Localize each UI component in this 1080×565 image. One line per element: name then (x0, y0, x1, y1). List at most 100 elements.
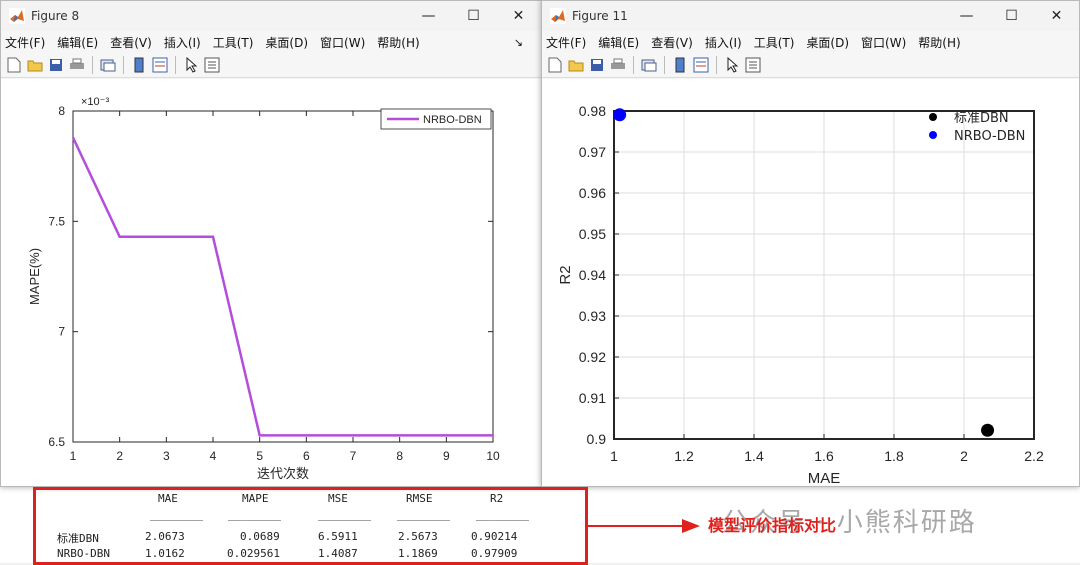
menu-desktop[interactable]: 桌面(D) (265, 34, 308, 51)
figure-11-toolbar (542, 53, 1079, 78)
legend-label: NRBO-DBN (423, 114, 482, 126)
toolbar-separator (716, 56, 717, 74)
minimize-button[interactable]: — (944, 1, 989, 31)
menu-desktop[interactable]: 桌面(D) (806, 34, 849, 51)
scatter-point-standard-dbn (981, 423, 995, 437)
figure-11-titlebar[interactable]: Figure 11 — ☐ ✕ (542, 1, 1079, 31)
save-icon[interactable] (47, 56, 65, 74)
menu-help[interactable]: 帮助(H) (918, 34, 960, 51)
mape-line-chart: 1 2 3 4 5 6 7 8 9 10 6.5 7 7.5 8 ×10⁻³ 迭代次数 MAPE(%) NRBO-… (27, 96, 500, 482)
menu-window[interactable]: 窗口(W) (861, 34, 906, 51)
menu-file[interactable]: 文件(F) (5, 34, 45, 51)
x-tick-label: 2 (960, 448, 968, 464)
new-figure-icon[interactable] (546, 56, 564, 74)
menu-help[interactable]: 帮助(H) (377, 34, 419, 51)
menu-insert[interactable]: 插入(I) (705, 34, 742, 51)
colorbar-icon[interactable] (130, 56, 148, 74)
menu-view[interactable]: 查看(V) (651, 34, 693, 51)
y-axis-label: R2 (557, 265, 574, 284)
y-tick-label: 0.98 (579, 103, 606, 119)
window-title: Figure 8 (31, 9, 80, 23)
toolbar-separator (664, 56, 665, 74)
plot-frame (72, 110, 494, 443)
comparison-annotation: 模型评价指标对比 (708, 516, 837, 535)
edit-pointer-icon[interactable] (723, 56, 741, 74)
y-tick-label: 0.94 (579, 267, 606, 283)
scatter-point-nrbo-dbn (613, 108, 627, 122)
y-tick-label: 0.96 (579, 185, 606, 201)
x-tick-label: 1.6 (814, 448, 834, 464)
y-tick-label: 0.9 (587, 431, 607, 447)
legend-marker (929, 131, 937, 139)
x-tick-label: 2.2 (1024, 448, 1044, 464)
x-tick-label: 9 (443, 449, 450, 463)
print-icon[interactable] (68, 56, 86, 74)
figure-11-canvas: 1 1.2 1.4 1.6 1.8 2 2.2 0.9 0.91 0.92 0.93 0.94 0.95… (542, 79, 1079, 487)
y-exponent-label: ×10⁻³ (81, 96, 109, 108)
menu-tools[interactable]: 工具(T) (213, 34, 254, 51)
link-plot-icon[interactable] (640, 56, 658, 74)
close-button[interactable]: ✕ (496, 1, 541, 31)
legend-icon[interactable] (151, 56, 169, 74)
legend-icon[interactable] (692, 56, 710, 74)
x-tick-label: 4 (210, 449, 217, 463)
x-tick-label: 1.2 (674, 448, 694, 464)
x-tick-label: 1.4 (744, 448, 764, 464)
menu-edit[interactable]: 编辑(E) (598, 34, 639, 51)
x-axis-label: MAE (808, 470, 841, 486)
maximize-button[interactable]: ☐ (451, 1, 496, 31)
y-tick-label: 8 (58, 104, 65, 118)
figure-8-window: Figure 8 — ☐ ✕ 文件(F) 编辑(E) 查看(V) 插入(I) 工… (0, 0, 542, 487)
save-icon[interactable] (588, 56, 606, 74)
menu-window[interactable]: 窗口(W) (320, 34, 365, 51)
mae-r2-scatter-chart: 1 1.2 1.4 1.6 1.8 2 2.2 0.9 0.91 0.92 0.93 0.94 0.95… (557, 103, 1044, 487)
menu-insert[interactable]: 插入(I) (164, 34, 201, 51)
toolbar-separator (92, 56, 93, 74)
open-folder-icon[interactable] (26, 56, 44, 74)
menu-view[interactable]: 查看(V) (110, 34, 152, 51)
x-tick-label: 3 (163, 449, 170, 463)
figure-11-window: Figure 11 — ☐ ✕ 文件(F) 编辑(E) 查看(V) 插入(I) … (541, 0, 1080, 487)
x-tick-label: 10 (486, 449, 500, 463)
matlab-logo-icon (9, 8, 25, 24)
menu-edit[interactable]: 编辑(E) (57, 34, 98, 51)
x-tick-label: 5 (256, 449, 263, 463)
property-inspector-icon[interactable] (203, 56, 221, 74)
y-tick-label: 7 (58, 325, 65, 339)
figure-8-canvas: 1 2 3 4 5 6 7 8 9 10 6.5 7 7.5 8 ×10⁻³ 迭代次数 MAPE(%) NRBO-… (1, 79, 541, 486)
menu-file[interactable]: 文件(F) (546, 34, 586, 51)
open-folder-icon[interactable] (567, 56, 585, 74)
legend-marker (929, 113, 937, 121)
toolbar-separator (633, 56, 634, 74)
metrics-highlight-box (33, 487, 588, 565)
x-tick-label: 7 (350, 449, 357, 463)
y-tick-label: 6.5 (48, 435, 65, 449)
red-arrow-icon (588, 519, 700, 533)
menu-tools[interactable]: 工具(T) (754, 34, 795, 51)
minimize-button[interactable]: — (406, 1, 451, 31)
y-tick-label: 0.91 (579, 390, 606, 406)
figure-8-titlebar[interactable]: Figure 8 — ☐ ✕ (1, 1, 541, 31)
edit-pointer-icon[interactable] (182, 56, 200, 74)
x-tick-label: 2 (116, 449, 123, 463)
maximize-button[interactable]: ☐ (989, 1, 1034, 31)
legend-label: 标准DBN (954, 111, 1009, 126)
figure-8-toolbar (1, 53, 541, 78)
y-tick-label: 0.92 (579, 349, 606, 365)
close-button[interactable]: ✕ (1034, 1, 1079, 31)
x-tick-label: 1.8 (884, 448, 904, 464)
link-plot-icon[interactable] (99, 56, 117, 74)
colorbar-icon[interactable] (671, 56, 689, 74)
legend-label: NRBO-DBN (954, 129, 1025, 144)
matlab-logo-icon (550, 8, 566, 24)
x-tick-label: 6 (303, 449, 310, 463)
toolbar-separator (175, 56, 176, 74)
figure-8-menubar: 文件(F) 编辑(E) 查看(V) 插入(I) 工具(T) 桌面(D) 窗口(W… (1, 31, 541, 53)
print-icon[interactable] (609, 56, 627, 74)
property-inspector-icon[interactable] (744, 56, 762, 74)
toolbar-separator (123, 56, 124, 74)
figure-11-menubar: 文件(F) 编辑(E) 查看(V) 插入(I) 工具(T) 桌面(D) 窗口(W… (542, 31, 1079, 53)
x-tick-label: 8 (396, 449, 403, 463)
new-figure-icon[interactable] (5, 56, 23, 74)
toolbar-toggle-icon[interactable]: ↘ (514, 36, 523, 49)
